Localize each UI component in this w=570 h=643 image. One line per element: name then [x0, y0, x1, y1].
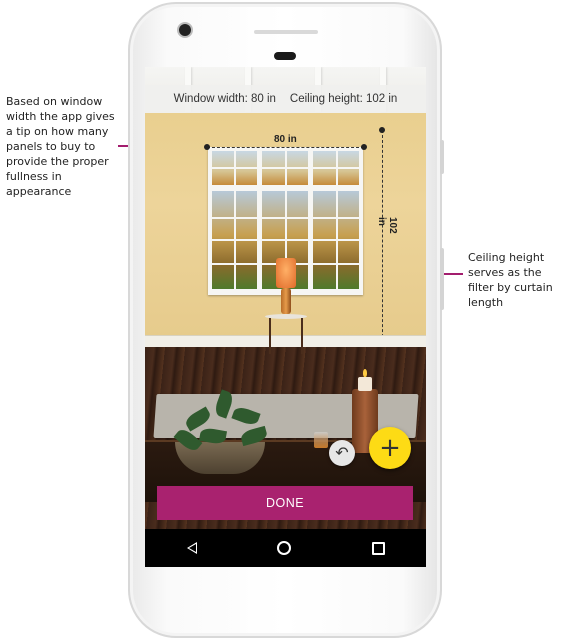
lamp-base [281, 288, 291, 314]
plus-icon: + [379, 433, 401, 463]
ceiling-height-readout: Ceiling height: 102 in [289, 93, 398, 105]
home-circle-icon[interactable] [276, 541, 291, 555]
annotation-ceiling-height-filter: Ceiling height serves as the filter by c… [468, 251, 553, 309]
front-camera [179, 24, 191, 36]
done-button[interactable]: DONE [157, 486, 413, 520]
lamp-shade [276, 258, 296, 288]
height-handle-top[interactable] [379, 127, 385, 133]
width-dimension-label: 80 in [274, 134, 297, 145]
earpiece [274, 52, 296, 60]
window-width-readout: Window width: 80 in [173, 93, 276, 105]
volume-button [440, 140, 444, 174]
drink-glass [314, 432, 328, 448]
width-handle-right[interactable] [361, 144, 367, 150]
back-triangle-icon[interactable] [186, 542, 197, 554]
candle [358, 377, 372, 391]
system-nav-bar [145, 529, 426, 567]
power-button [440, 248, 444, 310]
recents-square-icon[interactable] [372, 541, 386, 555]
candle-flame [363, 369, 367, 377]
add-button[interactable]: + [369, 427, 411, 469]
width-measure-line [207, 147, 364, 148]
measurement-info-bar: Window width: 80 in Ceiling height: 102 … [145, 85, 426, 113]
speaker-grille [254, 30, 318, 34]
undo-icon[interactable]: ↶ [329, 440, 355, 466]
height-dimension-label: 102 in [376, 217, 398, 234]
annotation-window-width-tip: Based on window width the app gives a ti… [6, 95, 115, 198]
app-screen: Window width: 80 in Ceiling height: 102 … [145, 67, 426, 567]
width-handle-left[interactable] [204, 144, 210, 150]
